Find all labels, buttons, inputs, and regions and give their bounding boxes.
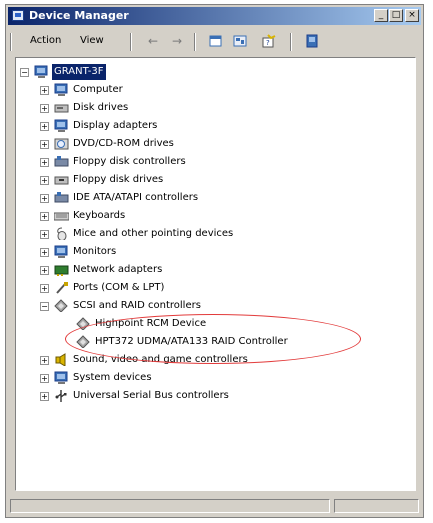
expand-icon[interactable]: + xyxy=(40,122,49,131)
computer-icon xyxy=(54,83,68,96)
expand-icon[interactable]: + xyxy=(40,248,49,257)
network-adapter-icon xyxy=(54,265,69,276)
collapse-icon[interactable]: − xyxy=(20,68,29,77)
close-button[interactable]: × xyxy=(405,9,419,22)
tree-item-label: SCSI and RAID controllers xyxy=(73,300,201,311)
tree-item-label: System devices xyxy=(73,372,152,383)
refresh-icon[interactable] xyxy=(232,34,248,48)
tree-item-label: Universal Serial Bus controllers xyxy=(73,390,229,401)
properties-icon[interactable] xyxy=(208,34,224,48)
menu-view[interactable]: View xyxy=(80,35,104,46)
expand-icon[interactable]: + xyxy=(40,140,49,149)
svg-text:?: ? xyxy=(266,39,270,47)
display-adapter-icon xyxy=(54,119,68,132)
expand-icon[interactable]: + xyxy=(40,158,49,167)
menu-action[interactable]: Action xyxy=(30,35,61,46)
device-manager-app-icon xyxy=(12,10,24,21)
collapse-icon[interactable]: − xyxy=(40,302,49,311)
annotation-ellipse xyxy=(65,314,361,364)
tree-item-label: DVD/CD-ROM drives xyxy=(73,138,174,149)
help-icon[interactable]: ? xyxy=(261,34,277,48)
tree-item-label: Monitors xyxy=(73,246,117,257)
sound-icon xyxy=(55,353,66,366)
grip xyxy=(10,33,12,51)
menu-toolbar: Action View ← → ? xyxy=(8,29,421,55)
toolbar-separator xyxy=(290,33,292,51)
expand-icon[interactable]: + xyxy=(40,176,49,185)
toolbar-separator xyxy=(194,33,196,51)
tree-item-label: Ports (COM & LPT) xyxy=(73,282,165,293)
tree-item-label: Floppy disk controllers xyxy=(73,156,186,167)
disk-drive-icon xyxy=(54,104,69,113)
monitor-icon xyxy=(54,245,68,258)
system-device-icon xyxy=(54,371,68,384)
tree-item-label: Computer xyxy=(73,84,123,95)
mouse-icon xyxy=(57,227,67,240)
tree-item-label: Network adapters xyxy=(73,264,163,275)
window-title: Device Manager xyxy=(29,9,129,22)
expand-icon[interactable]: + xyxy=(40,230,49,239)
expand-icon[interactable]: + xyxy=(40,104,49,113)
expand-icon[interactable]: + xyxy=(40,392,49,401)
expand-icon[interactable]: + xyxy=(40,356,49,365)
minimize-button[interactable]: _ xyxy=(374,9,388,22)
expand-icon[interactable]: + xyxy=(40,212,49,221)
maximize-button[interactable]: □ xyxy=(389,9,403,22)
tree-root-label: GRANT-3F xyxy=(52,64,106,80)
tree-item-label: Disk drives xyxy=(73,102,129,113)
tree-item-label: Floppy disk drives xyxy=(73,174,164,185)
device-tree[interactable]: − GRANT-3F + Computer + Disk drives + Di… xyxy=(15,57,416,491)
controller-icon xyxy=(54,192,69,203)
controller-icon xyxy=(54,156,69,167)
expand-icon[interactable]: + xyxy=(40,194,49,203)
floppy-drive-icon xyxy=(54,176,69,185)
back-button[interactable]: ← xyxy=(145,34,161,48)
keyboard-icon xyxy=(54,212,69,221)
device-manager-window: Device Manager _ □ × Action View ← → ? − xyxy=(5,4,424,518)
tree-item-label: Mice and other pointing devices xyxy=(73,228,234,239)
cd-drive-icon xyxy=(54,138,69,150)
tree-item-label: Display adapters xyxy=(73,120,158,131)
status-pane-secondary xyxy=(334,499,419,513)
status-pane-main xyxy=(10,499,330,513)
tree-item-label: Keyboards xyxy=(73,210,126,221)
title-bar[interactable]: Device Manager _ □ × xyxy=(8,7,421,25)
expand-icon[interactable]: + xyxy=(40,284,49,293)
toolbar-separator xyxy=(130,33,132,51)
tree-root[interactable]: − GRANT-3F xyxy=(18,64,238,80)
forward-button[interactable]: → xyxy=(169,34,185,48)
expand-icon[interactable]: + xyxy=(40,266,49,275)
scan-hardware-icon[interactable] xyxy=(305,34,321,48)
tree-item-label: IDE ATA/ATAPI controllers xyxy=(73,192,199,203)
computer-icon xyxy=(34,65,48,78)
expand-icon[interactable]: + xyxy=(40,86,49,95)
port-icon xyxy=(56,282,68,294)
status-bar xyxy=(8,497,421,515)
scsi-controller-icon xyxy=(54,299,68,312)
expand-icon[interactable]: + xyxy=(40,374,49,383)
usb-icon xyxy=(55,390,67,402)
